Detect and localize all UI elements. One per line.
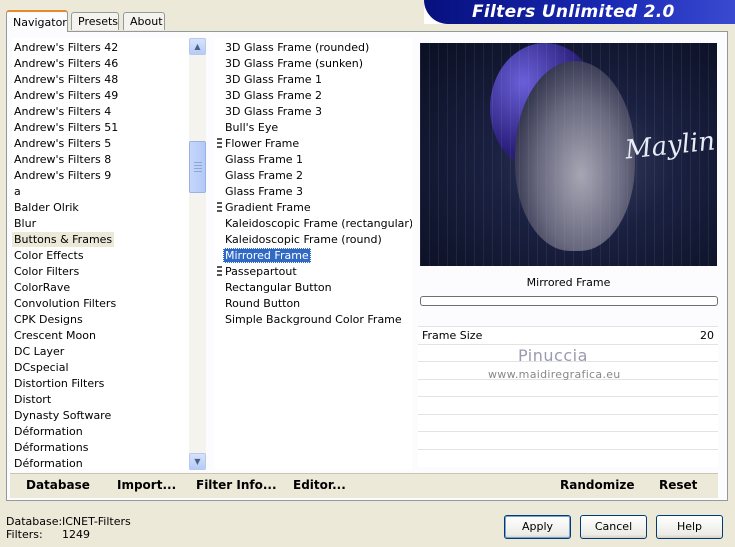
category-list[interactable]: Andrew's Filters 42 Andrew's Filters 46 An…	[12, 38, 189, 470]
filter-item[interactable]: Glass Frame 3	[223, 184, 305, 199]
parameter-row	[418, 448, 718, 466]
title-banner: Filters Unlimited 2.0	[424, 0, 735, 24]
category-item[interactable]: Distortion Filters	[12, 376, 106, 391]
filter-item[interactable]: Bull's Eye	[223, 120, 280, 135]
filter-has-settings-icon	[217, 266, 222, 277]
category-item[interactable]: Déformation	[12, 424, 85, 439]
database-button[interactable]: Database	[26, 478, 90, 492]
watermark-url: www.maidiregrafica.eu	[488, 368, 621, 381]
category-item[interactable]: Andrew's Filters 51	[12, 120, 120, 135]
tab-label: About	[130, 15, 163, 28]
scroll-down-button[interactable]: ▼	[189, 453, 206, 470]
filter-item[interactable]: 3D Glass Frame (sunken)	[223, 56, 365, 71]
filter-item[interactable]: 3D Glass Frame (rounded)	[223, 40, 371, 55]
tab-about[interactable]: About	[123, 12, 165, 30]
category-item[interactable]: Color Effects	[12, 248, 86, 263]
tab-navigator[interactable]: Navigator	[6, 10, 68, 32]
chevron-down-icon: ▼	[194, 457, 201, 466]
category-scrollbar[interactable]: ▲ ▼	[189, 38, 206, 470]
watermark-name: Pinuccia	[518, 346, 588, 365]
current-filter-name: Mirrored Frame	[526, 276, 611, 289]
tab-label: Navigator	[13, 16, 67, 29]
parameter-row	[418, 396, 718, 413]
category-item[interactable]: Dynasty Software	[12, 408, 113, 423]
category-item[interactable]: Andrew's Filters 8	[12, 152, 113, 167]
status-database-value: ICNET-Filters	[62, 515, 131, 528]
category-item[interactable]: Andrew's Filters 42	[12, 40, 120, 55]
filter-item[interactable]: 3D Glass Frame 2	[223, 88, 324, 103]
category-item[interactable]: Buttons & Frames	[12, 232, 115, 247]
help-button[interactable]: Help	[656, 515, 723, 539]
filter-list[interactable]: 3D Glass Frame (rounded) 3D Glass Frame (…	[214, 38, 412, 470]
import-button[interactable]: Import...	[117, 478, 176, 492]
scroll-up-button[interactable]: ▲	[189, 38, 206, 55]
category-item[interactable]: Andrew's Filters 9	[12, 168, 113, 183]
category-item[interactable]: DCspecial	[12, 360, 71, 375]
status-database-label: Database:	[6, 515, 63, 528]
category-item[interactable]: Andrew's Filters 4	[12, 104, 113, 119]
filter-item[interactable]: 3D Glass Frame 1	[223, 72, 324, 87]
parameter-value[interactable]: 20	[700, 329, 714, 342]
category-item[interactable]: Déformation	[12, 456, 85, 470]
progress-bar	[420, 296, 718, 306]
filter-item[interactable]: Kaleidoscopic Frame (round)	[223, 232, 384, 247]
filter-info-button[interactable]: Filter Info...	[196, 478, 277, 492]
category-item[interactable]: CPK Designs	[12, 312, 85, 327]
parameter-row	[418, 431, 718, 448]
cancel-button[interactable]: Cancel	[580, 515, 647, 539]
filter-item[interactable]: Kaleidoscopic Frame (rectangular)	[223, 216, 412, 231]
category-item[interactable]: Convolution Filters	[12, 296, 118, 311]
preview-image: Maylin	[420, 43, 717, 266]
randomize-button[interactable]: Randomize	[560, 478, 634, 492]
category-item[interactable]: Andrew's Filters 5	[12, 136, 113, 151]
parameter-row	[418, 413, 718, 431]
filter-item[interactable]: Flower Frame	[223, 136, 301, 151]
category-item[interactable]: Balder Olrik	[12, 200, 81, 215]
filter-item[interactable]: Simple Background Color Frame	[223, 312, 404, 327]
filter-item[interactable]: Mirrored Frame	[223, 248, 311, 263]
category-item[interactable]: DC Layer	[12, 344, 66, 359]
chevron-up-icon: ▲	[194, 42, 201, 51]
apply-button[interactable]: Apply	[504, 515, 571, 539]
filter-item[interactable]: 3D Glass Frame 3	[223, 104, 324, 119]
reset-button[interactable]: Reset	[659, 478, 697, 492]
status-filters-label: Filters:	[6, 528, 43, 541]
filter-item[interactable]: Glass Frame 2	[223, 168, 305, 183]
category-item[interactable]: Blur	[12, 216, 38, 231]
tab-label: Presets	[78, 15, 119, 28]
category-item[interactable]: a	[12, 184, 23, 199]
filter-has-settings-icon	[217, 202, 222, 213]
category-item[interactable]: ColorRave	[12, 280, 72, 295]
status-filters-value: 1249	[62, 528, 90, 541]
category-item[interactable]: Andrew's Filters 46	[12, 56, 120, 71]
category-item[interactable]: Color Filters	[12, 264, 81, 279]
filter-item[interactable]: Glass Frame 1	[223, 152, 305, 167]
filter-item[interactable]: Rectangular Button	[223, 280, 334, 295]
bottom-toolbar: Database Import... Filter Info... Editor…	[10, 473, 718, 498]
category-item[interactable]: Andrew's Filters 48	[12, 72, 120, 87]
filter-has-settings-icon	[217, 138, 222, 149]
parameter-row[interactable]: Frame Size 20	[418, 326, 718, 343]
scroll-thumb[interactable]	[189, 141, 206, 193]
editor-button[interactable]: Editor...	[293, 478, 346, 492]
filter-item[interactable]: Round Button	[223, 296, 302, 311]
category-item[interactable]: Andrew's Filters 49	[12, 88, 120, 103]
app-title: Filters Unlimited 2.0	[472, 2, 675, 22]
filter-item[interactable]: Gradient Frame	[223, 200, 313, 215]
parameter-name: Frame Size	[422, 329, 483, 342]
filter-item[interactable]: Passepartout	[223, 264, 299, 279]
parameter-row	[418, 378, 718, 396]
category-item[interactable]: Déformations	[12, 440, 90, 455]
category-item[interactable]: Crescent Moon	[12, 328, 98, 343]
tab-presets[interactable]: Presets	[71, 12, 119, 30]
category-item[interactable]: Distort	[12, 392, 53, 407]
